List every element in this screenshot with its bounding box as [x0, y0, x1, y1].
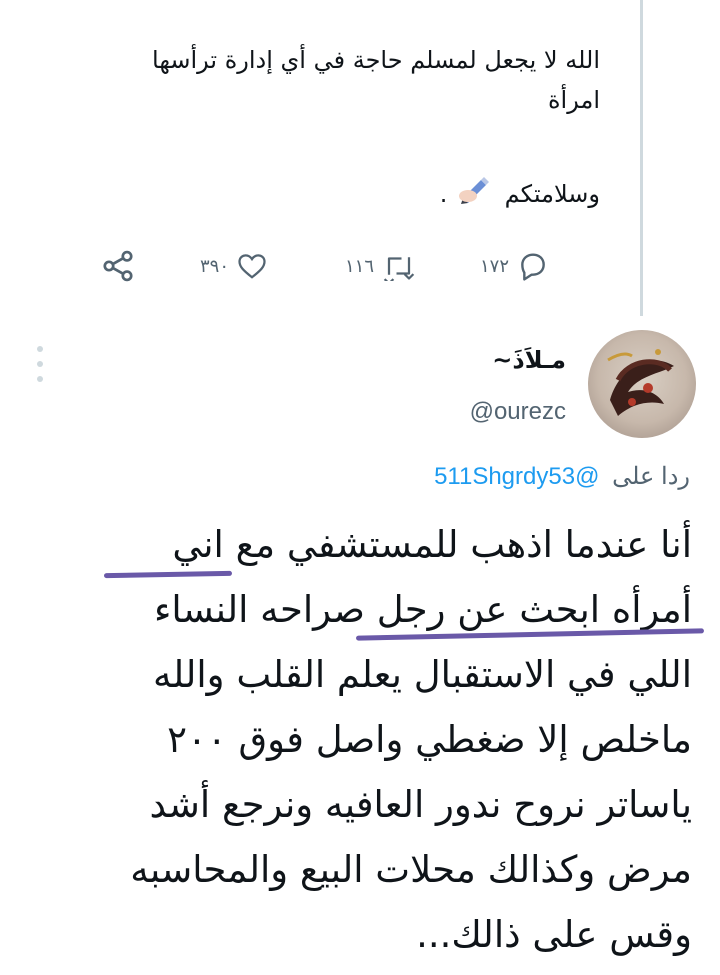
- reply-icon: [521, 253, 545, 281]
- tweet-action-bar: ٣٩٠ ١١٦ ١٧٢: [100, 246, 580, 286]
- replying-to-handle-link[interactable]: @511Shgrdy53: [434, 463, 599, 490]
- replying-to-prefix: ردا على: [612, 463, 690, 490]
- reply-tweet-body: أنا عندما اذهب للمستشفي مع اني أمرأه ابح…: [32, 512, 692, 967]
- thread-connector-line: [640, 0, 643, 316]
- retweet-count: ١١٦: [345, 255, 375, 277]
- share-icon: [103, 250, 133, 282]
- like-count: ٣٩٠: [200, 255, 230, 277]
- signoff-dot: .: [439, 180, 448, 208]
- replying-to-line: ردا على @511Shgrdy53: [434, 462, 690, 491]
- retweet-button[interactable]: ١١٦: [345, 246, 416, 286]
- author-handle[interactable]: @ourezc: [470, 398, 566, 426]
- share-button[interactable]: [100, 246, 136, 286]
- more-options-button[interactable]: [30, 346, 50, 382]
- tweet-body-line: أنا عندما اذهب للمستشفي مع اني: [172, 523, 692, 566]
- author-display-name[interactable]: مـلاَذَ~: [492, 346, 566, 374]
- tweet-body-line: ياساتر نروح ندور العافيه ونرجع أشد: [149, 783, 693, 826]
- tweet-body-line: مرض وكذالك محلات البيع والمحاسبه: [130, 848, 692, 891]
- reply-count: ١٧٢: [480, 255, 510, 277]
- tweet-body-line: وقس على ذالك...: [416, 913, 692, 956]
- tweet-body-line: ماخلص إلا ضغطي واصل فوق ٢٠٠: [167, 718, 692, 761]
- author-avatar[interactable]: [588, 330, 696, 438]
- previous-tweet-signoff: وسلامتكم .: [60, 174, 600, 216]
- tweet-body-line: اللي في الاستقبال يعلم القلب والله: [153, 653, 692, 696]
- reply-button[interactable]: ١٧٢: [480, 246, 549, 286]
- retweet-icon: [383, 257, 415, 281]
- previous-tweet-text: الله لا يجعل لمسلم حاجة في أي إدارة ترأس…: [60, 40, 600, 216]
- more-vertical-icon: [37, 346, 43, 352]
- signoff-text: وسلامتكم: [504, 180, 600, 208]
- like-button[interactable]: ٣٩٠: [200, 246, 267, 286]
- writing-hand-icon: [459, 174, 493, 216]
- heart-icon: [238, 254, 266, 279]
- previous-tweet-line-1: الله لا يجعل لمسلم حاجة في أي إدارة ترأس…: [152, 46, 600, 74]
- previous-tweet-line-2: امرأة: [547, 86, 600, 114]
